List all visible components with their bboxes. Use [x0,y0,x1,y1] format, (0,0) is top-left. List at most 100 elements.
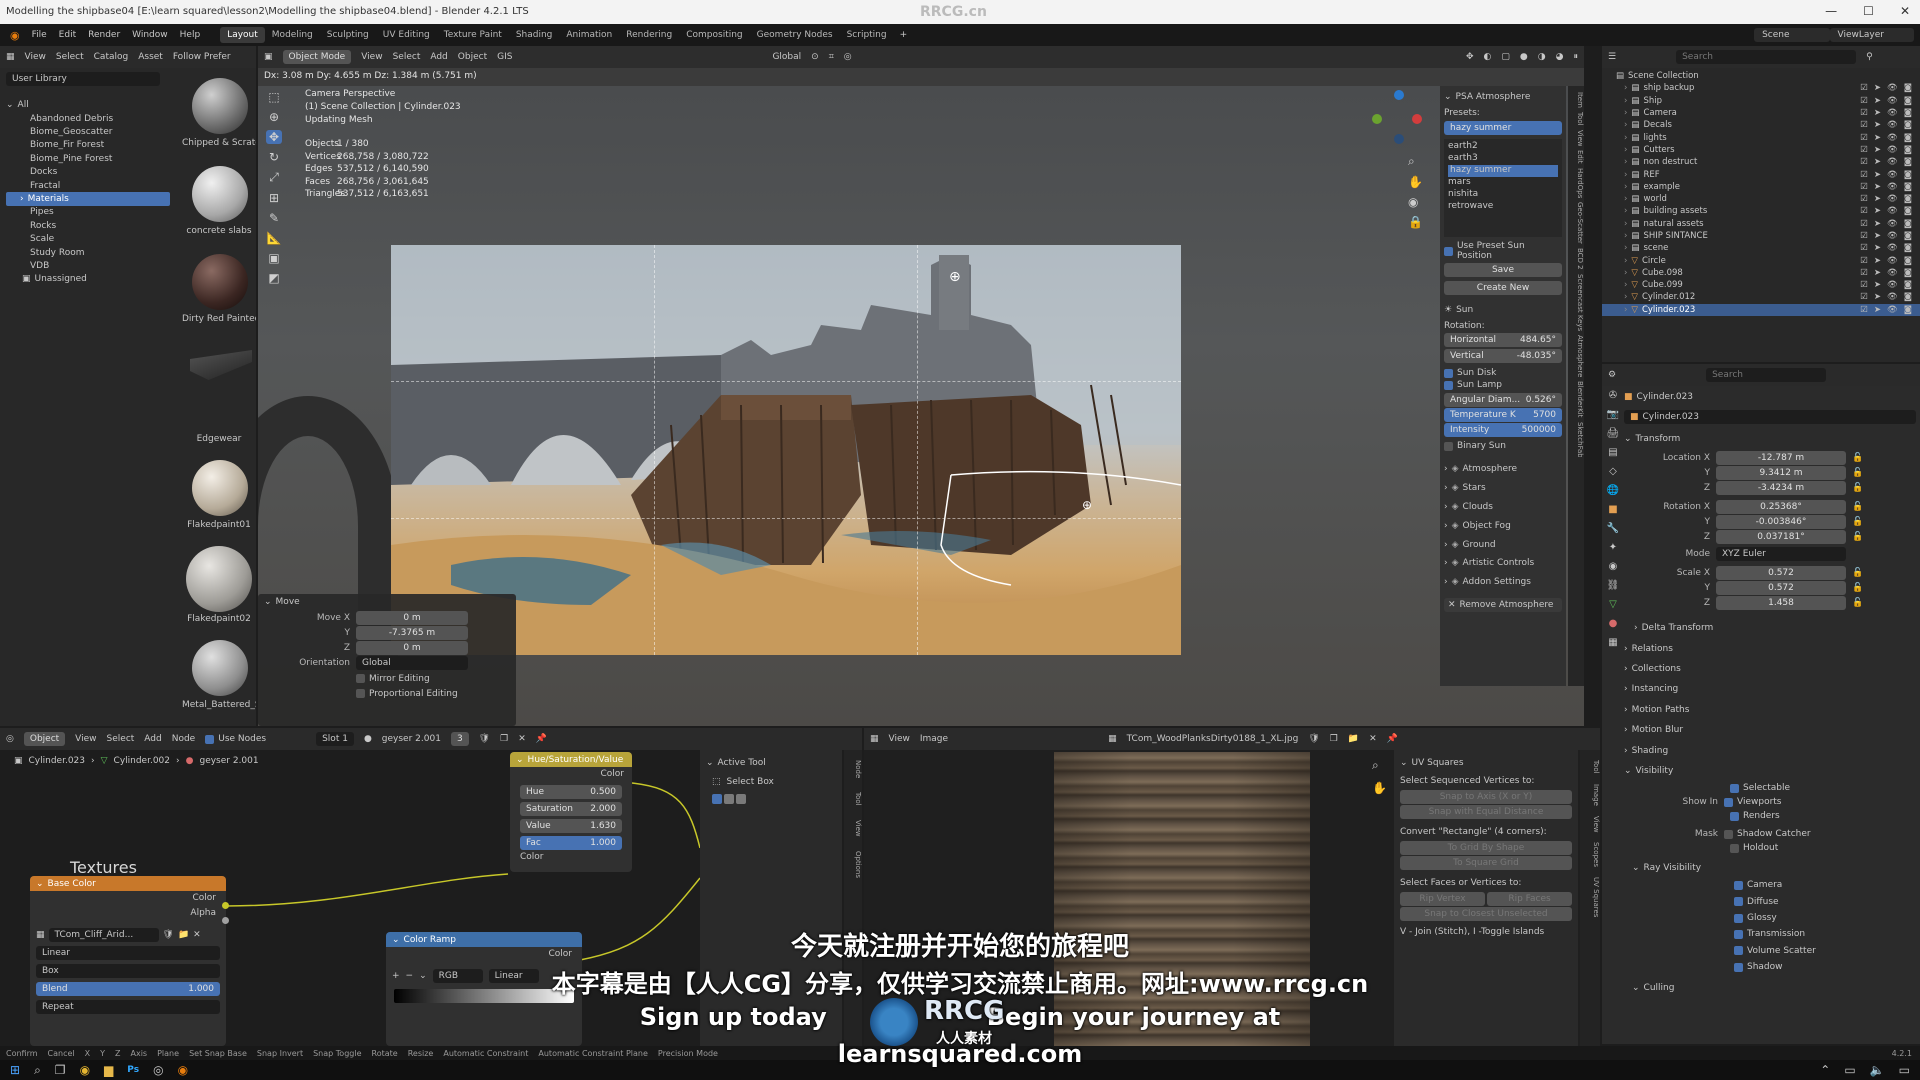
image-name-field[interactable]: TCom_WoodPlanksDirty0188_1_XL.jpg [1127,734,1299,744]
render-tab-icon[interactable]: 📷 [1607,409,1619,420]
gizmo-toggle-icon[interactable]: ✥ [1466,52,1474,62]
operator-panel-header[interactable]: ⌄ Move [258,594,516,610]
rotation-x-field[interactable]: 0.25368° [1716,499,1846,514]
transform-tool-icon[interactable]: ⊞ [269,191,279,205]
pause-icon[interactable]: ⏸ [1573,52,1578,62]
preset-item-selected[interactable]: hazy summer [1448,165,1558,177]
location-z-field[interactable]: -3.4234 m [1716,480,1846,495]
pan-hand-icon[interactable]: ✋ [1408,175,1423,189]
annotate-tool-icon[interactable]: ✎ [269,211,279,225]
create-new-preset-button[interactable]: Create New [1444,281,1562,295]
exclude-checkbox-icon[interactable]: ☑ [1860,305,1868,315]
snap-closest-button[interactable]: Snap to Closest Unselected [1400,907,1572,921]
n-panel-tab[interactable]: SketchFab [1568,422,1584,458]
camera-icon[interactable]: ◙ [1904,268,1912,278]
sun-lamp-checkbox[interactable] [1444,380,1453,390]
catalog-item[interactable]: Pipes [6,206,170,219]
image-side-tab[interactable]: UV Squares [1580,877,1600,917]
eye-icon[interactable]: 👁 [1887,96,1898,106]
shading-rendered-icon[interactable]: ◕ [1556,52,1564,62]
catalog-item[interactable]: Biome_Fir Forest [6,139,170,152]
camera-icon[interactable]: ◙ [1904,206,1912,216]
viewport-menu-add[interactable]: Add [430,52,447,62]
shadow-catcher-checkbox[interactable] [1724,829,1733,839]
tab-shading[interactable]: Shading [509,27,560,43]
sun-vertical-field[interactable]: Vertical -48.035° [1444,349,1562,363]
eye-icon[interactable]: 👁 [1887,108,1898,118]
ray-checkbox[interactable] [1734,880,1743,890]
rotation-z-field[interactable]: 0.037181° [1716,529,1846,544]
move-x-field[interactable]: 0 m [356,610,468,625]
eye-icon[interactable]: 👁 [1887,305,1898,315]
save-preset-button[interactable]: Save [1444,263,1562,277]
catalog-item[interactable]: Biome_Pine Forest [6,152,170,165]
outliner-item[interactable]: › ▤ scene ☑ ➤ 👁 ◙ [1602,242,1920,254]
editor-type-icon[interactable]: ▦ [870,734,879,744]
outliner-item-selected[interactable]: › ▽ Cylinder.023 ☑ ➤ 👁 ◙ [1602,303,1920,316]
open-folder-icon[interactable]: 📁 [1348,734,1359,744]
image-side-tab[interactable]: Tool [1580,760,1600,774]
image-side-tab[interactable]: Scopes [1580,842,1600,867]
property-section[interactable]: › Instancing [1624,679,1916,699]
property-section[interactable]: › Relations [1624,638,1916,658]
add-workspace-icon[interactable]: + [894,30,914,40]
tab-scripting[interactable]: Scripting [840,27,894,43]
transform-header[interactable]: ⌄ Transform [1624,432,1916,446]
select-arrow-icon[interactable]: ➤ [1874,280,1881,290]
object-mode-selector[interactable]: Object Mode [282,50,352,64]
fake-user-icon[interactable]: 🛡 [1308,734,1319,744]
view-layer-tab-icon[interactable]: ▤ [1608,447,1617,458]
tab-geometry-nodes[interactable]: Geometry Nodes [750,27,840,43]
fac-field[interactable]: Fac 1.000 [520,836,622,850]
move-y-field[interactable]: -7.3765 m [356,625,468,640]
renders-checkbox[interactable] [1730,811,1739,821]
node-side-tab[interactable]: Tool [844,792,862,806]
hue-field[interactable]: Hue 0.500 [520,785,622,799]
catalog-item[interactable]: VDB [6,259,170,272]
camera-icon[interactable]: ◙ [1904,219,1912,229]
shading-solid-icon[interactable]: ● [1520,52,1528,62]
asset-thumb[interactable] [192,460,248,516]
atmosphere-section[interactable]: › ◈ Artistic Controls [1444,554,1562,573]
holdout-checkbox[interactable] [1730,843,1739,853]
menu-edit[interactable]: Edit [53,30,82,40]
exclude-checkbox-icon[interactable]: ☑ [1860,170,1868,180]
eye-icon[interactable]: 👁 [1887,170,1898,180]
tab-modeling[interactable]: Modeling [265,27,320,43]
outliner-search[interactable]: Search [1676,50,1857,64]
gizmo-z-axis[interactable] [1394,90,1404,100]
exclude-checkbox-icon[interactable]: ☑ [1860,256,1868,266]
eye-icon[interactable]: 👁 [1887,120,1898,130]
camera-icon[interactable]: ◙ [1904,145,1912,155]
exclude-checkbox-icon[interactable]: ☑ [1860,280,1868,290]
physics-tab-icon[interactable]: ◉ [1609,561,1618,572]
n-panel-tab[interactable]: Edit [1568,150,1584,164]
catalog-item[interactable]: Scale [6,233,170,246]
rotation-mode-selector[interactable]: XYZ Euler [1716,546,1846,561]
catalog-item[interactable]: Docks [6,166,170,179]
image-menu-view[interactable]: View [889,734,910,744]
viewport-menu-select[interactable]: Select [393,52,421,62]
catalog-item[interactable]: Fractal [6,179,170,192]
outliner-item[interactable]: › ▤ REF ☑ ➤ 👁 ◙ [1602,168,1920,180]
outliner-item[interactable]: › ▤ Ship ☑ ➤ 👁 ◙ [1602,95,1920,107]
menu-file[interactable]: File [26,30,53,40]
tab-animation[interactable]: Animation [559,27,619,43]
node-side-tab[interactable]: Node [844,760,862,778]
preset-item[interactable]: earth2 [1448,141,1558,153]
eye-icon[interactable]: 👁 [1887,219,1898,229]
temperature-field[interactable]: Temperature K 5700 [1444,408,1562,422]
proportional-icon[interactable]: ◎ [844,52,852,62]
eye-icon[interactable]: 👁 [1887,194,1898,204]
eye-icon[interactable]: 👁 [1887,145,1898,155]
preset-item[interactable]: retrowave [1448,201,1558,213]
node-header[interactable]: ⌄ Base Color [30,876,226,891]
catalog-item[interactable]: Biome_Geoscatter [6,125,170,138]
output-tab-icon[interactable]: 🖨 [1607,428,1620,439]
image-side-tab[interactable]: View [1580,816,1600,833]
select-arrow-icon[interactable]: ➤ [1874,96,1881,106]
rip-faces-button[interactable]: Rip Faces [1487,892,1572,906]
transform-orientation[interactable]: Global [772,52,801,62]
n-panel-tab[interactable]: Item [1568,92,1584,108]
snap-axis-button[interactable]: Snap to Axis (X or Y) [1400,790,1572,804]
